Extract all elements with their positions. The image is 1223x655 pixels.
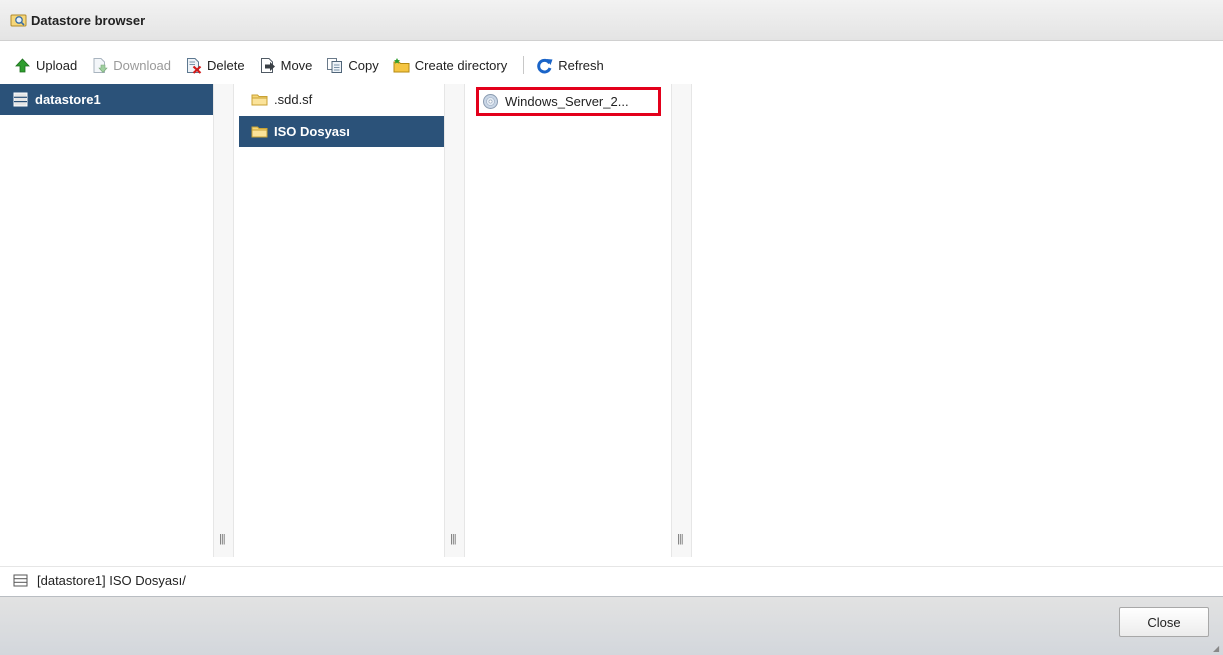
folder-item[interactable]: .sdd.sf — [239, 84, 444, 115]
move-label: Move — [280, 57, 313, 73]
refresh-label: Refresh — [558, 57, 604, 73]
datastore-pane: datastore1 — [0, 84, 213, 557]
toolbar: Upload Download Delete Move Copy Create … — [0, 48, 1223, 82]
datastore-item[interactable]: datastore1 — [0, 84, 213, 115]
folder-icon — [251, 123, 268, 140]
folder-item-label: ISO Dosyası — [274, 124, 350, 139]
splitter-grip: ||| — [450, 533, 457, 545]
download-icon — [91, 57, 108, 74]
detail-pane — [692, 84, 1223, 557]
path-status-bar: [datastore1] ISO Dosyası/ — [0, 566, 1223, 594]
upload-label: Upload — [36, 57, 78, 73]
delete-icon — [185, 57, 202, 74]
create-directory-button[interactable]: Create directory — [393, 57, 507, 74]
iso-disc-icon — [482, 93, 499, 110]
delete-button[interactable]: Delete — [185, 57, 245, 74]
refresh-button[interactable]: Refresh — [536, 57, 604, 74]
folder-item-label: .sdd.sf — [274, 92, 313, 107]
browser-panes: datastore1 ||| .sdd.sf ISO Dosyası ||| W… — [0, 84, 1223, 557]
refresh-icon — [536, 57, 553, 74]
move-button[interactable]: Move — [259, 57, 313, 74]
window-titlebar: Datastore browser — [0, 0, 1223, 41]
file-pane: Windows_Server_2... — [465, 84, 671, 557]
pane-splitter[interactable]: ||| — [444, 84, 465, 557]
datastore-browser-icon — [10, 12, 27, 29]
datastore-item-label: datastore1 — [35, 92, 101, 107]
copy-label: Copy — [348, 57, 379, 73]
move-icon — [259, 57, 276, 74]
copy-button[interactable]: Copy — [326, 57, 379, 74]
resize-grip-icon[interactable]: ◢ — [1213, 645, 1221, 653]
download-label: Download — [113, 57, 172, 73]
toolbar-separator — [523, 56, 525, 74]
pane-splitter[interactable]: ||| — [213, 84, 234, 557]
splitter-grip: ||| — [677, 533, 684, 545]
splitter-grip: ||| — [219, 533, 226, 545]
dialog-footer: Close ◢ — [0, 596, 1223, 655]
current-path: [datastore1] ISO Dosyası/ — [37, 573, 186, 588]
new-folder-icon — [393, 57, 410, 74]
file-item-label: Windows_Server_2... — [505, 94, 629, 109]
file-item[interactable]: Windows_Server_2... — [476, 87, 661, 116]
upload-button[interactable]: Upload — [14, 57, 77, 74]
folder-icon — [251, 91, 268, 108]
copy-icon — [326, 57, 343, 74]
folder-pane: .sdd.sf ISO Dosyası — [234, 84, 444, 557]
close-button[interactable]: Close — [1119, 607, 1209, 637]
datastore-path-icon — [12, 572, 29, 589]
datastore-icon — [12, 91, 29, 108]
create-directory-label: Create directory — [414, 57, 508, 73]
delete-label: Delete — [207, 57, 245, 73]
pane-splitter[interactable]: ||| — [671, 84, 692, 557]
upload-arrow-icon — [14, 57, 31, 74]
window-title: Datastore browser — [31, 12, 146, 28]
download-button[interactable]: Download — [91, 57, 171, 74]
folder-item[interactable]: ISO Dosyası — [239, 116, 444, 147]
